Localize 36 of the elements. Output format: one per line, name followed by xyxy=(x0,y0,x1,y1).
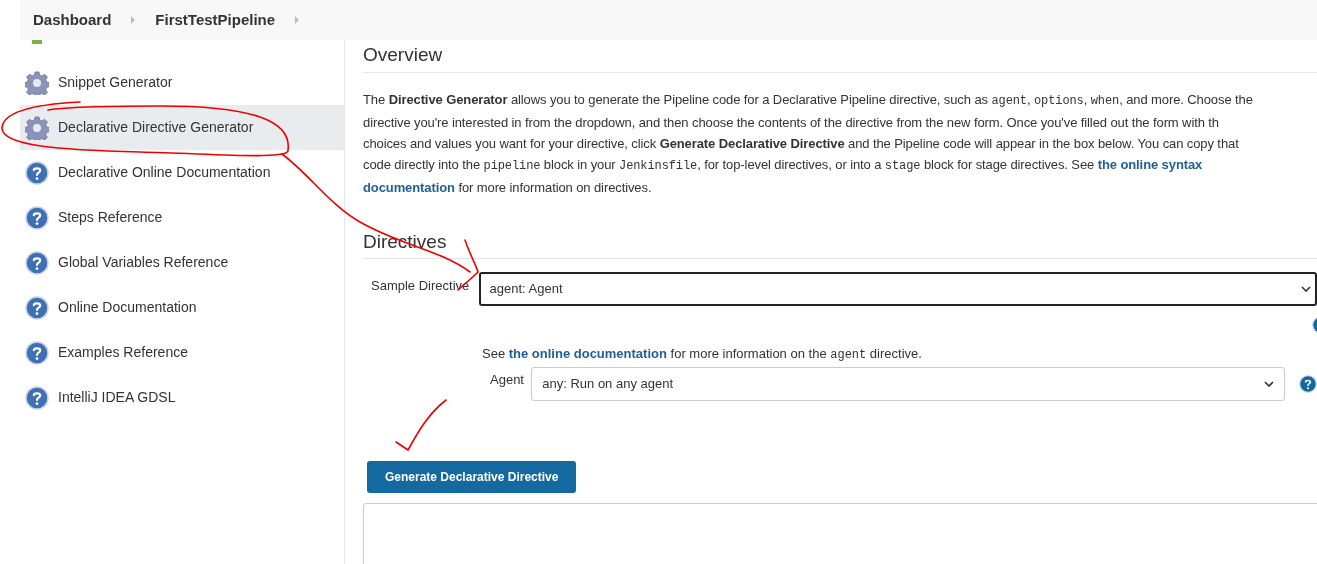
breadcrumb-link[interactable]: FirstTestPipeline xyxy=(155,8,276,32)
section-heading: Overview xyxy=(363,40,1317,73)
output-text-area[interactable] xyxy=(363,503,1317,564)
link[interactable]: the online documentation xyxy=(508,346,667,361)
directive-note: See the online documentation for more information on the agent directive. xyxy=(482,345,923,364)
help-icon xyxy=(1299,375,1317,393)
sidebar-item[interactable]: Declarative Directive Generator xyxy=(20,105,344,150)
sidebar-item[interactable]: IntelliJ IDEA GDSL xyxy=(20,375,344,420)
help-icon xyxy=(25,295,49,320)
link[interactable]: the online syntax xyxy=(1097,156,1203,172)
sidebar-item[interactable]: Online Documentation xyxy=(20,285,344,330)
sidebar-item[interactable]: Global Variables Reference xyxy=(20,240,344,285)
gear-icon xyxy=(25,116,49,140)
sidebar-item[interactable]: Snippet Generator xyxy=(20,60,344,105)
dropdown[interactable]: agent: Agent xyxy=(478,272,1317,306)
sidebar-item[interactable]: Steps Reference xyxy=(20,195,344,240)
generate-button[interactable]: Generate Declarative Directive xyxy=(367,461,577,493)
breadcrumb-chevron-icon[interactable] xyxy=(131,16,136,24)
link[interactable]: documentation xyxy=(363,179,455,195)
gear-icon xyxy=(25,71,49,95)
help-icon xyxy=(25,250,49,275)
sidebar-item[interactable]: Examples Reference xyxy=(20,330,344,375)
help-icon xyxy=(25,205,49,230)
overview-paragraph: The Directive Generator allows you to generate the Pipeline code for a Declarative Pipeline directive, such as agent, options, when, and more. Choose the directive you're interested in from the dropdown, and then choose the contents of the directive from the new form. Once you've filled out the form with th choices and values you want for your directive, click Generate Declarative Directive and the Pipeline code will appear in the box below. You can copy that code directly into the pipeline block in your Jenkinsfile, for top-level directives, or into a stage block for stage directives. See the online syntax documentation for more information on directives. xyxy=(363,90,1254,197)
sidebar-item[interactable]: Declarative Online Documentation xyxy=(20,150,344,195)
breadcrumb-chevron-icon[interactable] xyxy=(295,16,300,24)
help-icon xyxy=(25,385,49,410)
help-icon xyxy=(25,340,49,365)
help-icon xyxy=(1312,316,1317,334)
scrolled-item-edge xyxy=(32,40,42,44)
help-icon xyxy=(25,160,49,185)
field-label: Agent xyxy=(490,371,525,389)
dropdown[interactable]: any: Run on any agent xyxy=(531,367,1285,401)
chevron-down-icon xyxy=(1264,381,1274,387)
breadcrumb-link[interactable]: Dashboard xyxy=(33,8,112,32)
chevron-down-icon xyxy=(1301,286,1311,292)
